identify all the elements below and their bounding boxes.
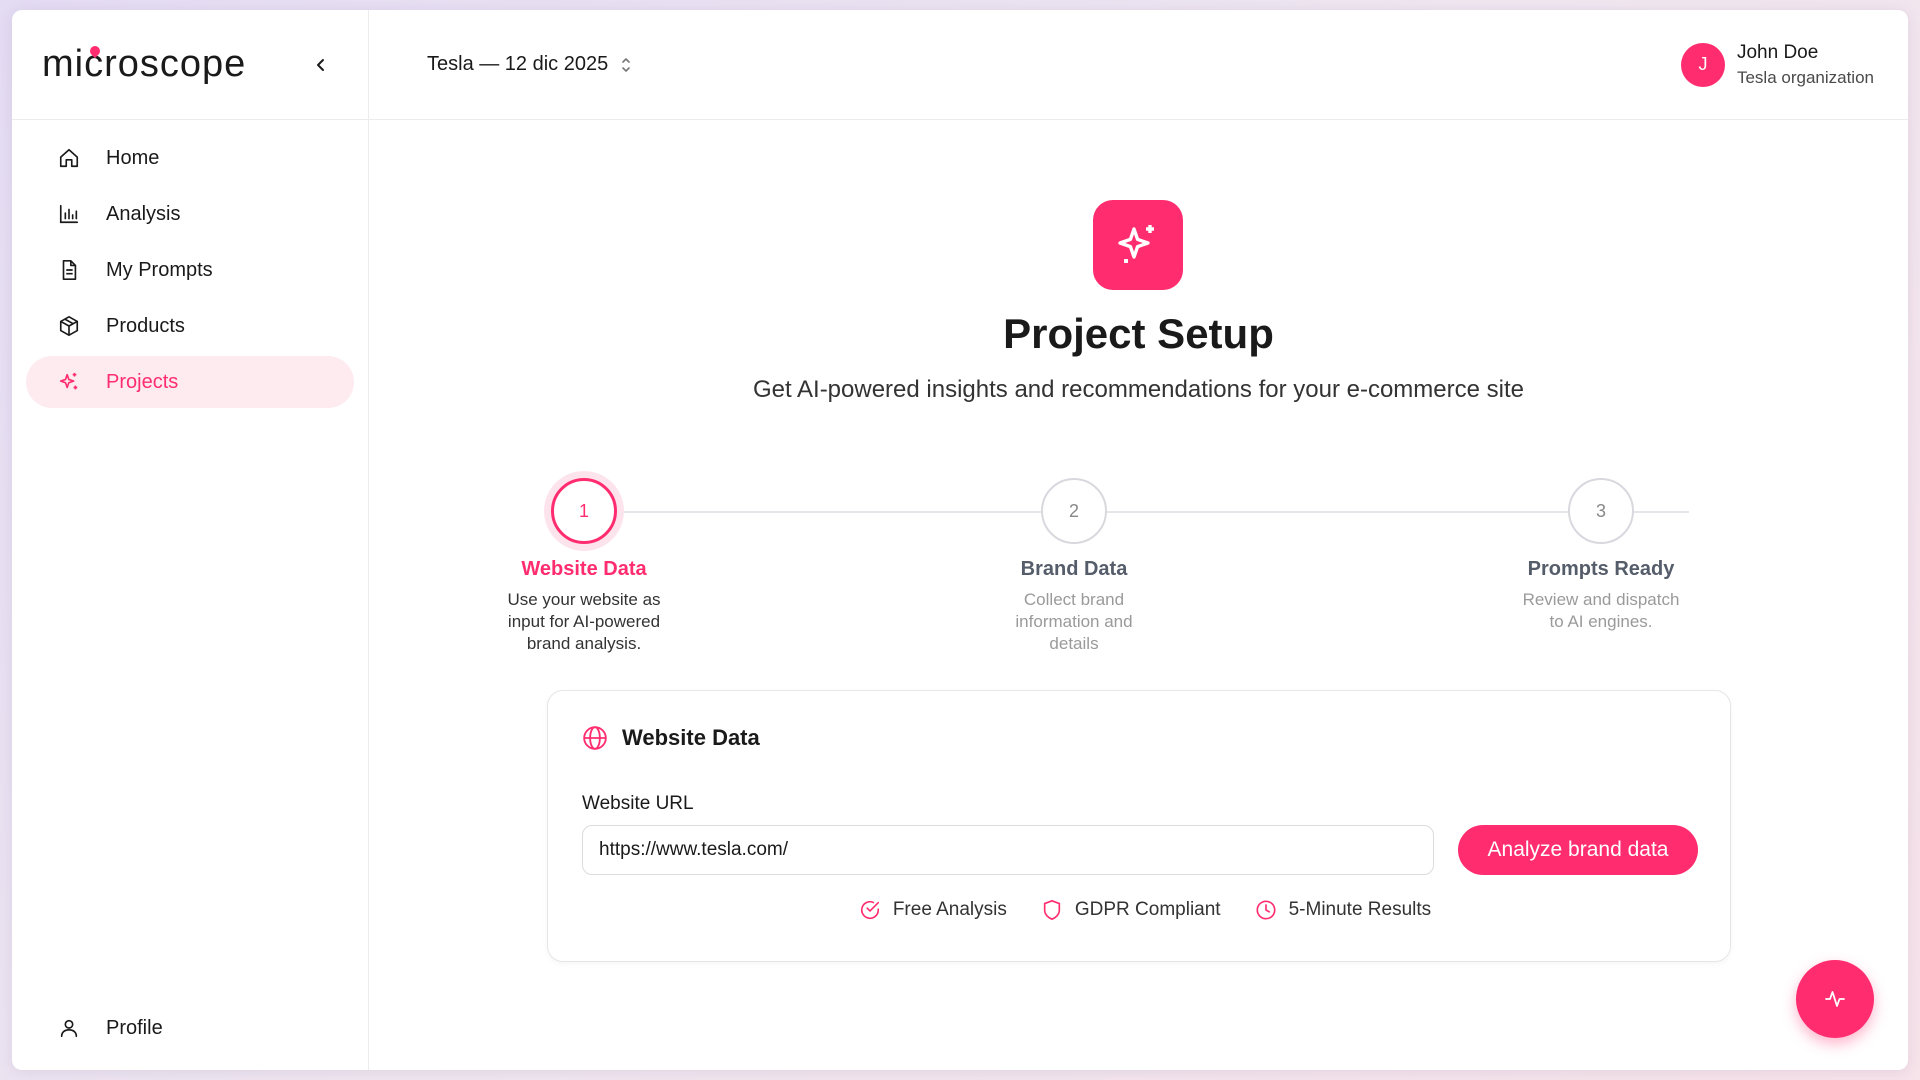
feature-free-analysis: Free Analysis [859,899,1007,921]
sidebar-item-label: Home [106,146,160,169]
user-organization: Tesla organization [1736,67,1874,87]
chevron-left-icon [317,59,324,71]
user-name: John Doe [1736,41,1819,63]
sidebar-item-label: My Prompts [106,258,213,281]
step-title: Brand Data [1020,558,1128,580]
globe-icon [583,726,607,750]
sidebar-item-profile[interactable]: Profile [26,1002,354,1054]
website-url-input[interactable] [582,825,1434,875]
box-icon [58,315,80,337]
logo[interactable]: microscope [42,43,246,86]
step-prompts-ready[interactable]: 3 Prompts Ready Review and dispatch to A… [1501,455,1701,633]
sparkles-icon [58,371,80,393]
user-menu[interactable]: J John Doe Tesla organization [1680,41,1874,88]
sidebar-item-label: Profile [106,1016,163,1039]
step-title: Prompts Ready [1527,558,1675,580]
topbar: Tesla — 12 dic 2025 J John Doe Tesla org… [369,10,1908,120]
hero-sparkles-icon [1093,200,1183,290]
step-description: Use your website as input for AI-powered… [507,590,661,653]
feature-label: 5-Minute Results [1288,899,1432,920]
sidebar-nav: Home Analysis My Prompts Products Projec… [12,120,368,420]
step-brand-data[interactable]: 2 Brand Data Collect brand information a… [974,455,1174,655]
sidebar-item-projects[interactable]: Projects [26,356,354,408]
sidebar-item-analysis[interactable]: Analysis [26,188,354,240]
website-url-label: Website URL [582,793,694,814]
step-description: Review and dispatch to AI engines. [1522,590,1680,631]
sidebar-header: microscope [12,10,368,120]
project-selector[interactable]: Tesla — 12 dic 2025 [427,53,632,76]
sidebar: microscope Home Analysis My Prompts Prod… [12,10,369,1070]
page-title: Project Setup [1003,310,1274,357]
document-icon [58,259,80,281]
user-icon [58,1017,80,1039]
chevron-up-down-icon [622,57,631,72]
sidebar-footer: Profile [26,1002,354,1054]
sidebar-item-products[interactable]: Products [26,300,354,352]
feature-gdpr-compliant: GDPR Compliant [1041,899,1221,921]
feature-label: Free Analysis [892,899,1007,920]
avatar: J [1680,42,1725,87]
logo-text: microscope [42,43,247,85]
feature-label: GDPR Compliant [1074,899,1221,920]
website-data-card: Website Data Website URL Analyze brand d… [547,690,1731,962]
shield-icon [1043,900,1061,920]
activity-fab-button[interactable] [1796,960,1874,1038]
step-website-data[interactable]: 1 Website Data Use your website as input… [484,455,684,655]
activity-icon [1825,991,1845,1007]
card-title: Website Data [622,725,760,750]
app-window: microscope Home Analysis My Prompts Prod… [12,10,1908,1070]
home-icon [58,147,80,169]
stepper: 1 Website Data Use your website as input… [369,455,1908,655]
sidebar-item-label: Analysis [106,202,181,225]
feature-list: Free Analysis GDPR Compliant 5-Minute Re… [548,899,1730,921]
feature-5-minute-results: 5-Minute Results [1255,899,1432,921]
analyze-brand-data-button[interactable]: Analyze brand data [1458,825,1698,875]
step-number: 1 [551,478,617,544]
sidebar-item-label: Products [106,314,185,337]
step-title: Website Data [521,558,647,580]
main-area: Tesla — 12 dic 2025 J John Doe Tesla org… [369,10,1908,1070]
sidebar-item-home[interactable]: Home [26,132,354,184]
collapse-sidebar-button[interactable] [308,52,334,78]
page-subtitle: Get AI-powered insights and recommendati… [752,376,1524,403]
step-number: 3 [1568,478,1634,544]
sidebar-item-label: Projects [106,370,179,393]
sidebar-item-my-prompts[interactable]: My Prompts [26,244,354,296]
step-number: 2 [1041,478,1107,544]
card-header: Website Data [582,725,760,751]
project-selector-label: Tesla — 12 dic 2025 [427,53,609,75]
clock-icon [1256,900,1276,920]
bar-chart-icon [58,203,80,225]
step-description: Collect brand information and details [1015,590,1133,653]
check-circle-icon [860,901,879,919]
